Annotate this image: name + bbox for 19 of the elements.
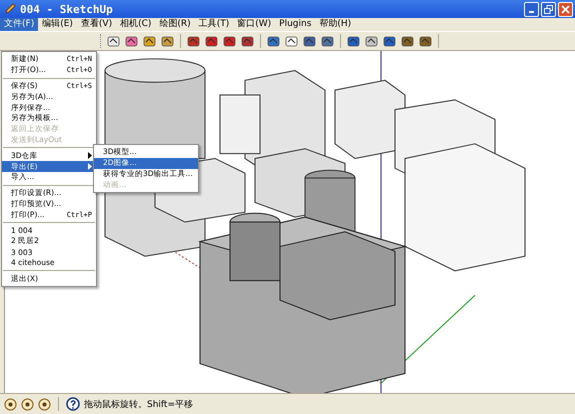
- close-icon: [561, 4, 570, 14]
- pencil-icon: [4, 3, 16, 15]
- status-text: 拖动鼠标旋转。Shift=平移: [84, 398, 193, 410]
- menu-item[interactable]: 窗口(W): [233, 18, 276, 31]
- menu-item[interactable]: 查看(V): [76, 18, 116, 31]
- help-icon[interactable]: [66, 397, 80, 411]
- restore-icon: [544, 4, 553, 14]
- menu-item[interactable]: 相机(C): [116, 18, 156, 31]
- minimize-button[interactable]: [524, 2, 539, 16]
- menu-item[interactable]: 文件(F): [0, 18, 38, 31]
- restore-button[interactable]: [541, 2, 556, 16]
- circle-icon[interactable]: [38, 398, 51, 410]
- close-button[interactable]: [558, 2, 573, 16]
- menu-item[interactable]: 绘图(R): [155, 18, 195, 31]
- menu-item[interactable]: Plugins: [275, 18, 316, 31]
- menu-item[interactable]: 工具(T): [194, 18, 234, 31]
- menu-item[interactable]: 编辑(E): [38, 18, 77, 31]
- menu-item[interactable]: 帮助(H): [315, 18, 356, 31]
- window-title: 004 - SketchUp: [20, 2, 114, 16]
